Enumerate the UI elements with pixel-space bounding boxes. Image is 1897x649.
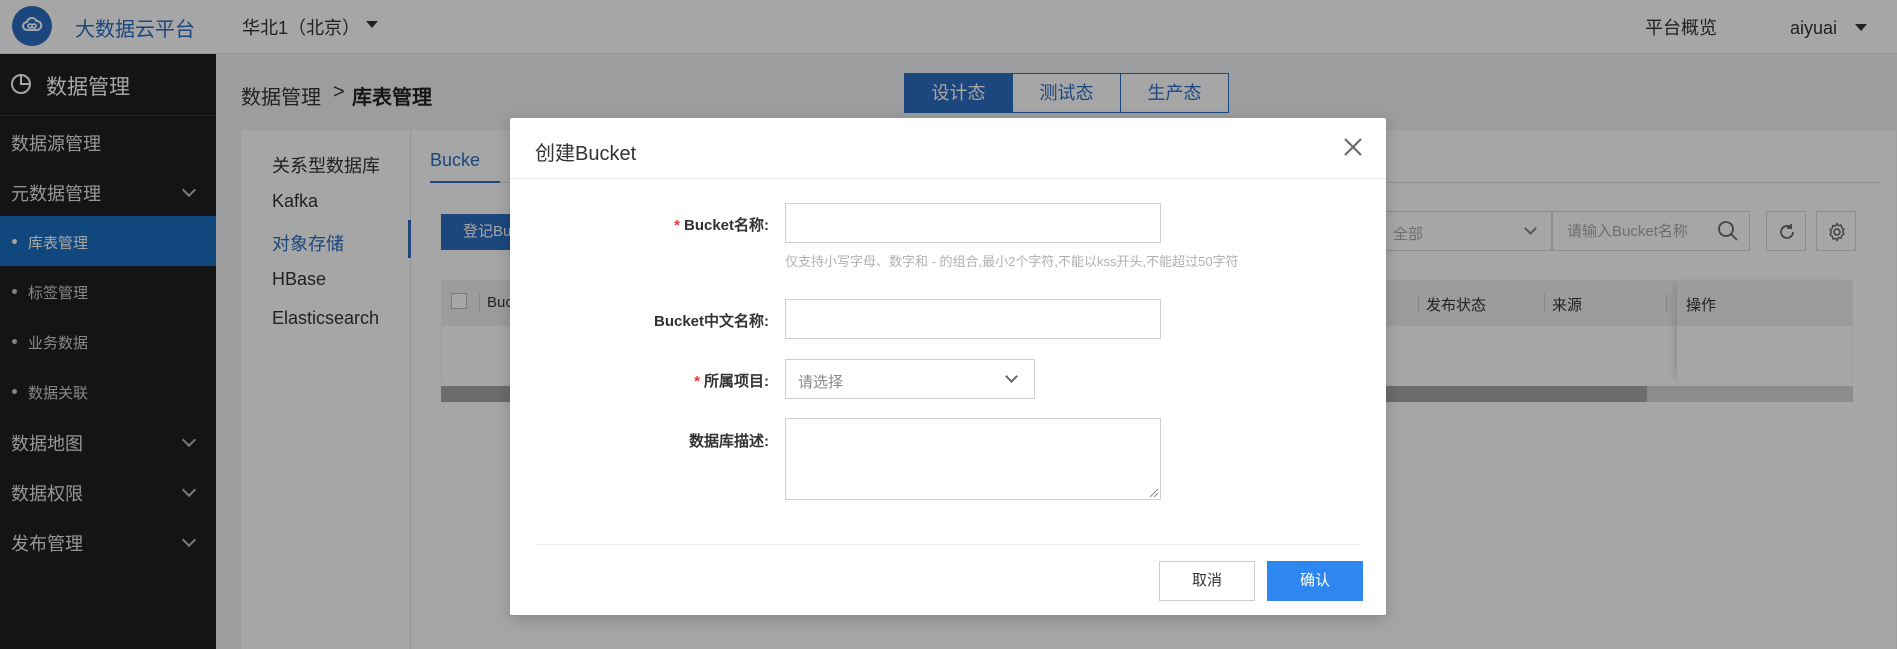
description-textarea[interactable]	[785, 418, 1161, 500]
description-label: 数据库描述:	[689, 433, 769, 450]
bucket-cn-name-input[interactable]	[785, 299, 1161, 339]
close-icon[interactable]	[1338, 132, 1368, 162]
resize-grip-icon[interactable]	[1148, 487, 1159, 498]
bucket-name-hint: 仅支持小写字母、数字和 - 的组合,最小2个字符,不能以kss开头,不能超过50…	[785, 254, 1239, 269]
project-label: * 所属项目:	[569, 370, 769, 391]
create-bucket-dialog: 创建Bucket * Bucket名称: 仅支持小写字母、数字和 - 的组合,最小…	[510, 118, 1386, 615]
project-select-placeholder: 请选择	[798, 374, 844, 391]
required-marker: *	[694, 373, 700, 390]
project-label-text: 所属项目:	[704, 373, 769, 390]
required-marker: *	[674, 217, 680, 234]
bucket-cn-name-label: Bucket中文名称:	[653, 313, 769, 330]
cancel-button[interactable]: 取消	[1159, 561, 1255, 601]
project-select[interactable]: 请选择	[785, 359, 1035, 399]
dialog-footer-divider	[535, 544, 1361, 545]
dialog-header-divider	[510, 178, 1386, 179]
chevron-down-icon	[1005, 370, 1018, 383]
bucket-name-label-text: Bucket名称:	[683, 217, 769, 234]
confirm-button[interactable]: 确认	[1267, 561, 1363, 601]
dialog-title: 创建Bucket	[535, 143, 637, 165]
bucket-name-label: * Bucket名称:	[569, 214, 769, 235]
bucket-name-input[interactable]	[785, 203, 1161, 243]
